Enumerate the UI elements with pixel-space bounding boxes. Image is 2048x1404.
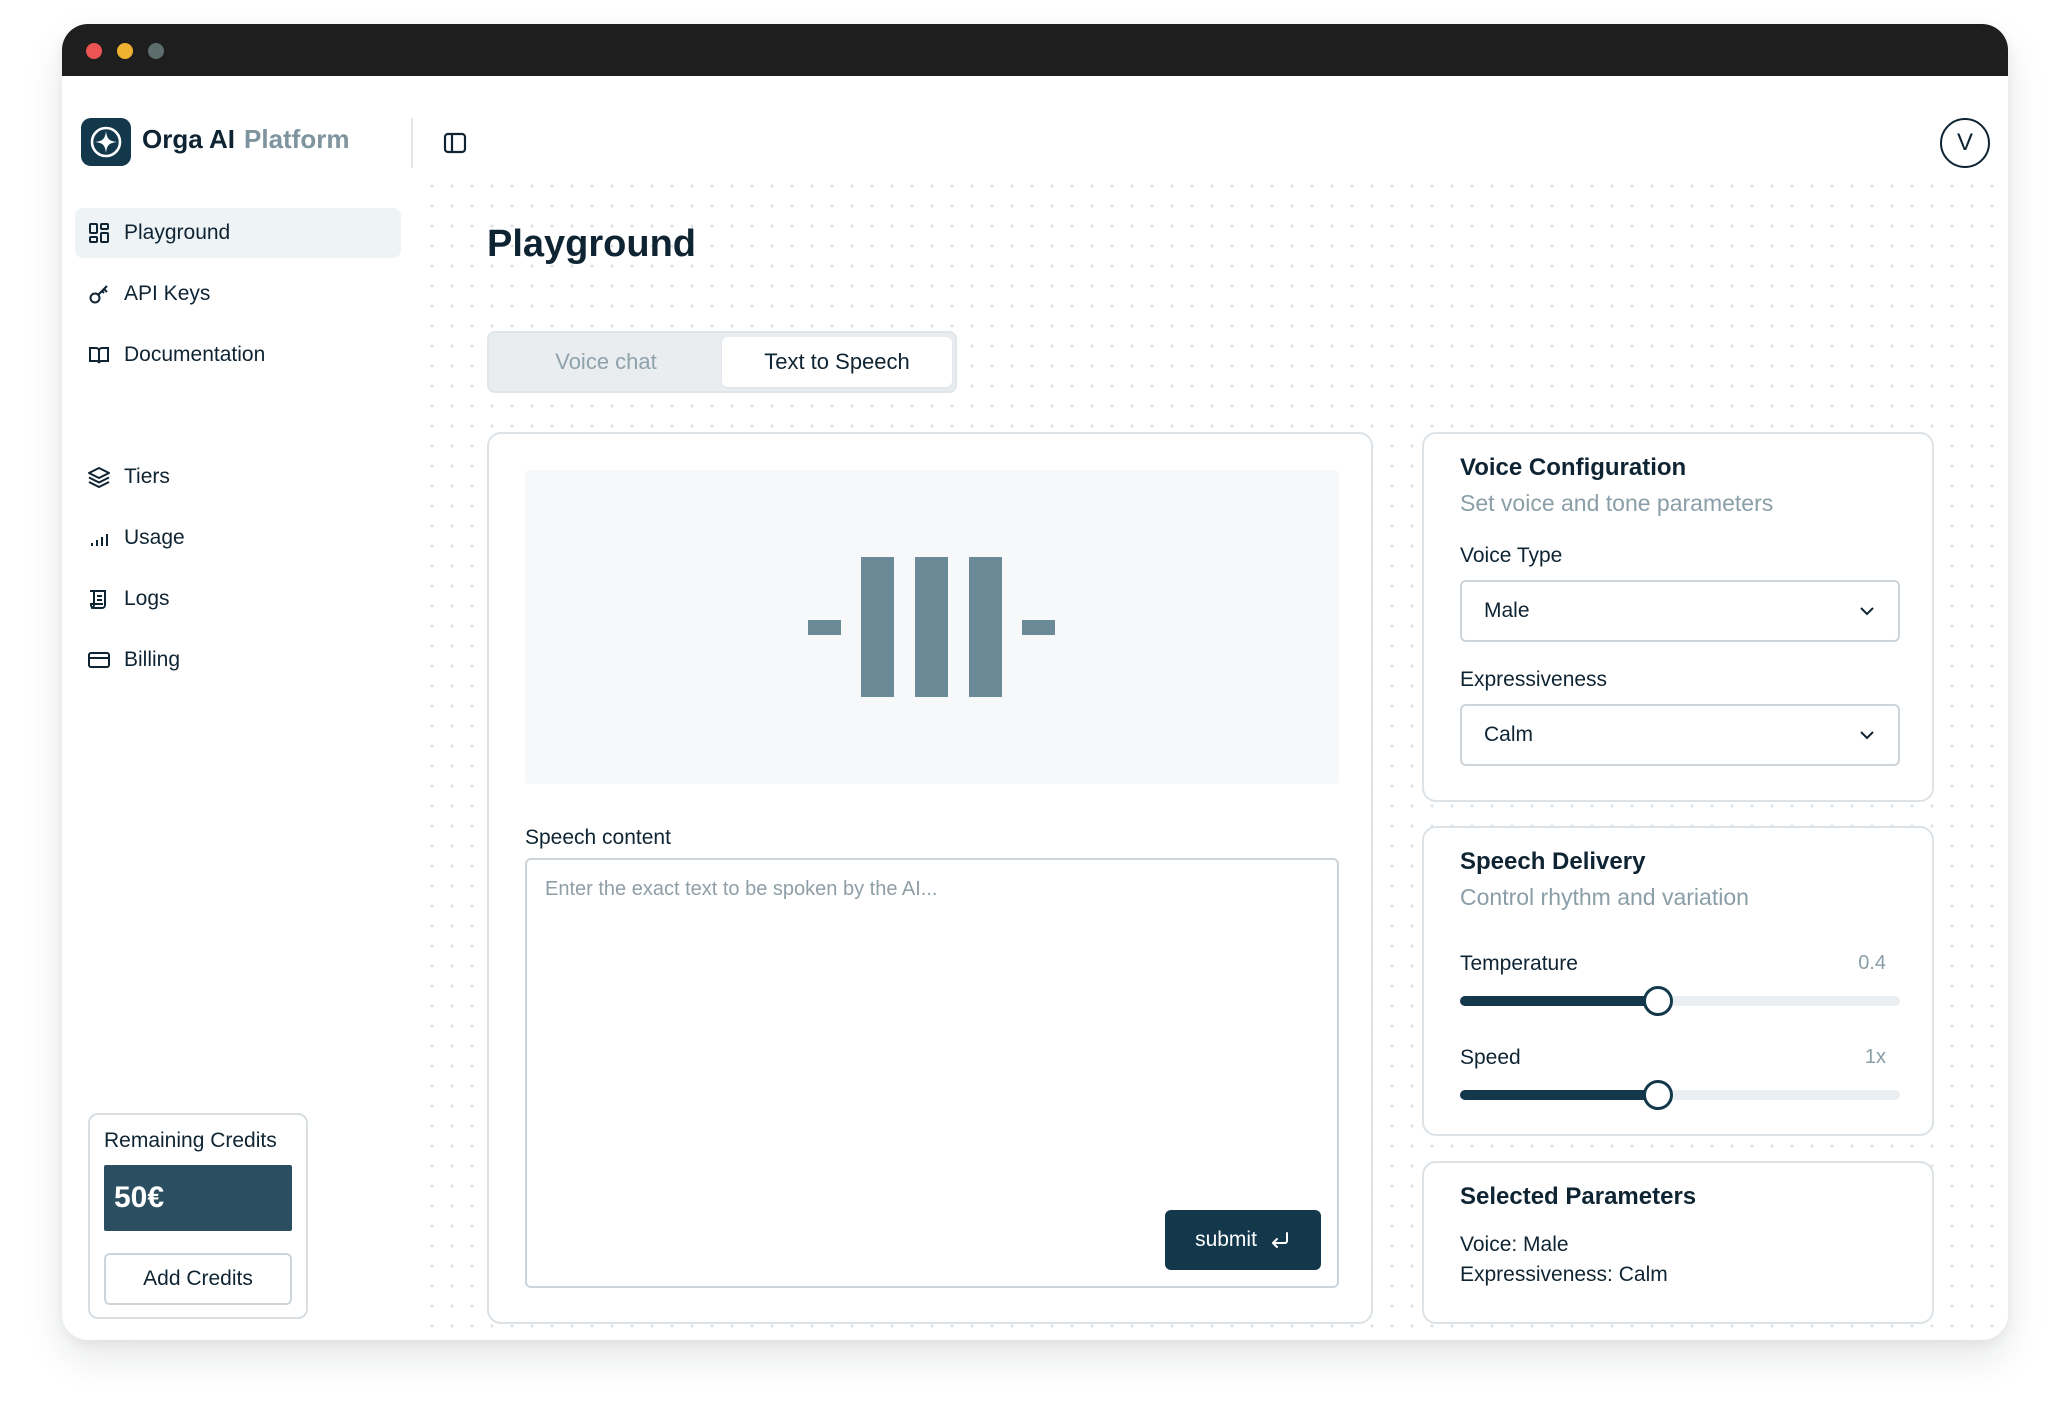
temperature-label: Temperature <box>1460 952 1578 975</box>
expressiveness-value: Calm <box>1484 723 1534 746</box>
app-content: Orga AI Platform V Playground API Keys D… <box>62 76 2008 1340</box>
speech-content-box: submit <box>525 858 1339 1288</box>
app-window: Orga AI Platform V Playground API Keys D… <box>62 24 2008 1340</box>
sidebar-item-tiers[interactable]: Tiers <box>75 452 401 502</box>
voice-configuration-panel: Voice Configuration Set voice and tone p… <box>1422 432 1934 802</box>
expressiveness-select[interactable]: Calm <box>1460 704 1900 766</box>
enter-icon <box>1271 1232 1288 1248</box>
sidebar-item-label: Documentation <box>124 343 266 366</box>
speed-slider-thumb[interactable] <box>1643 1080 1673 1110</box>
waveform-bar <box>915 557 948 697</box>
speech-delivery-title: Speech Delivery <box>1460 848 1646 875</box>
tab-text-to-speech[interactable]: Text to Speech <box>722 337 952 387</box>
credits-card: Remaining Credits 50€ Add Credits <box>88 1113 308 1319</box>
sidebar-item-label: Usage <box>124 526 185 549</box>
temperature-slider-thumb[interactable] <box>1643 986 1673 1016</box>
page-title: Playground <box>487 223 697 265</box>
temperature-value: 0.4 <box>1858 952 1886 974</box>
layers-icon <box>87 465 111 489</box>
credit-card-icon <box>87 648 111 672</box>
temperature-slider[interactable] <box>1460 986 1900 1016</box>
book-icon <box>87 343 111 367</box>
selected-expressiveness: Expressiveness: Calm <box>1460 1263 1668 1286</box>
bar-chart-icon <box>87 526 111 550</box>
expressiveness-label: Expressiveness <box>1460 668 1608 691</box>
temperature-slider-fill <box>1460 996 1658 1006</box>
close-window-button[interactable] <box>86 43 102 59</box>
sidebar-item-label: Logs <box>124 587 170 610</box>
sidebar-item-label: API Keys <box>124 282 211 305</box>
key-icon <box>87 282 111 306</box>
selected-params-title: Selected Parameters <box>1460 1183 1697 1210</box>
waveform-bar <box>808 620 841 635</box>
waveform-display <box>525 470 1339 784</box>
tab-voice-chat[interactable]: Voice chat <box>493 337 719 387</box>
sidebar-item-label: Billing <box>124 648 181 671</box>
sidebar-item-logs[interactable]: Logs <box>75 574 401 624</box>
speech-delivery-subtitle: Control rhythm and variation <box>1460 884 1749 910</box>
credits-value: 50€ <box>104 1165 292 1231</box>
voice-config-title: Voice Configuration <box>1460 454 1687 481</box>
selected-parameters-panel: Selected Parameters Voice: Male Expressi… <box>1422 1161 1934 1324</box>
grid-icon <box>87 221 111 245</box>
logo-star-icon <box>90 126 122 158</box>
title-bar <box>62 24 2008 76</box>
voice-type-select[interactable]: Male <box>1460 580 1900 642</box>
selected-voice: Voice: Male <box>1460 1233 1569 1256</box>
sidebar-item-api-keys[interactable]: API Keys <box>75 269 401 319</box>
submit-label: submit <box>1195 1228 1257 1251</box>
chevron-down-icon <box>1860 607 1874 616</box>
mode-tabs: Voice chat Text to Speech <box>487 331 957 393</box>
header-divider <box>411 118 413 168</box>
sidebar-toggle-button[interactable] <box>442 130 468 156</box>
speech-delivery-panel: Speech Delivery Control rhythm and varia… <box>1422 826 1934 1136</box>
voice-type-value: Male <box>1484 599 1530 622</box>
maximize-window-button[interactable] <box>148 43 164 59</box>
waveform-bar <box>861 557 894 697</box>
voice-type-label: Voice Type <box>1460 544 1563 567</box>
logo[interactable] <box>81 118 131 166</box>
waveform-bar <box>969 557 1002 697</box>
add-credits-button[interactable]: Add Credits <box>104 1253 292 1305</box>
speed-slider-fill <box>1460 1090 1658 1100</box>
brand-name: Orga AI <box>142 124 235 154</box>
brand-subtitle: Platform <box>244 124 350 154</box>
user-avatar[interactable]: V <box>1940 118 1990 168</box>
speech-card: Speech content submit <box>487 432 1373 1324</box>
waveform-bar <box>1022 620 1055 635</box>
speed-label: Speed <box>1460 1046 1521 1069</box>
sidebar-item-label: Tiers <box>124 465 170 488</box>
sidebar-item-billing[interactable]: Billing <box>75 635 401 685</box>
speech-content-label: Speech content <box>525 826 671 849</box>
chevron-down-icon <box>1860 731 1874 740</box>
sidebar-item-label: Playground <box>124 221 231 244</box>
sidebar-panel-icon <box>443 132 467 154</box>
sidebar-item-usage[interactable]: Usage <box>75 513 401 563</box>
submit-button[interactable]: submit <box>1165 1210 1321 1270</box>
sidebar-item-playground[interactable]: Playground <box>75 208 401 258</box>
scroll-icon <box>87 587 111 611</box>
minimize-window-button[interactable] <box>117 43 133 59</box>
voice-config-subtitle: Set voice and tone parameters <box>1460 490 1774 516</box>
sidebar-item-documentation[interactable]: Documentation <box>75 330 401 380</box>
speed-slider[interactable] <box>1460 1080 1900 1110</box>
speed-value: 1x <box>1864 1046 1886 1068</box>
credits-title: Remaining Credits <box>104 1129 277 1152</box>
